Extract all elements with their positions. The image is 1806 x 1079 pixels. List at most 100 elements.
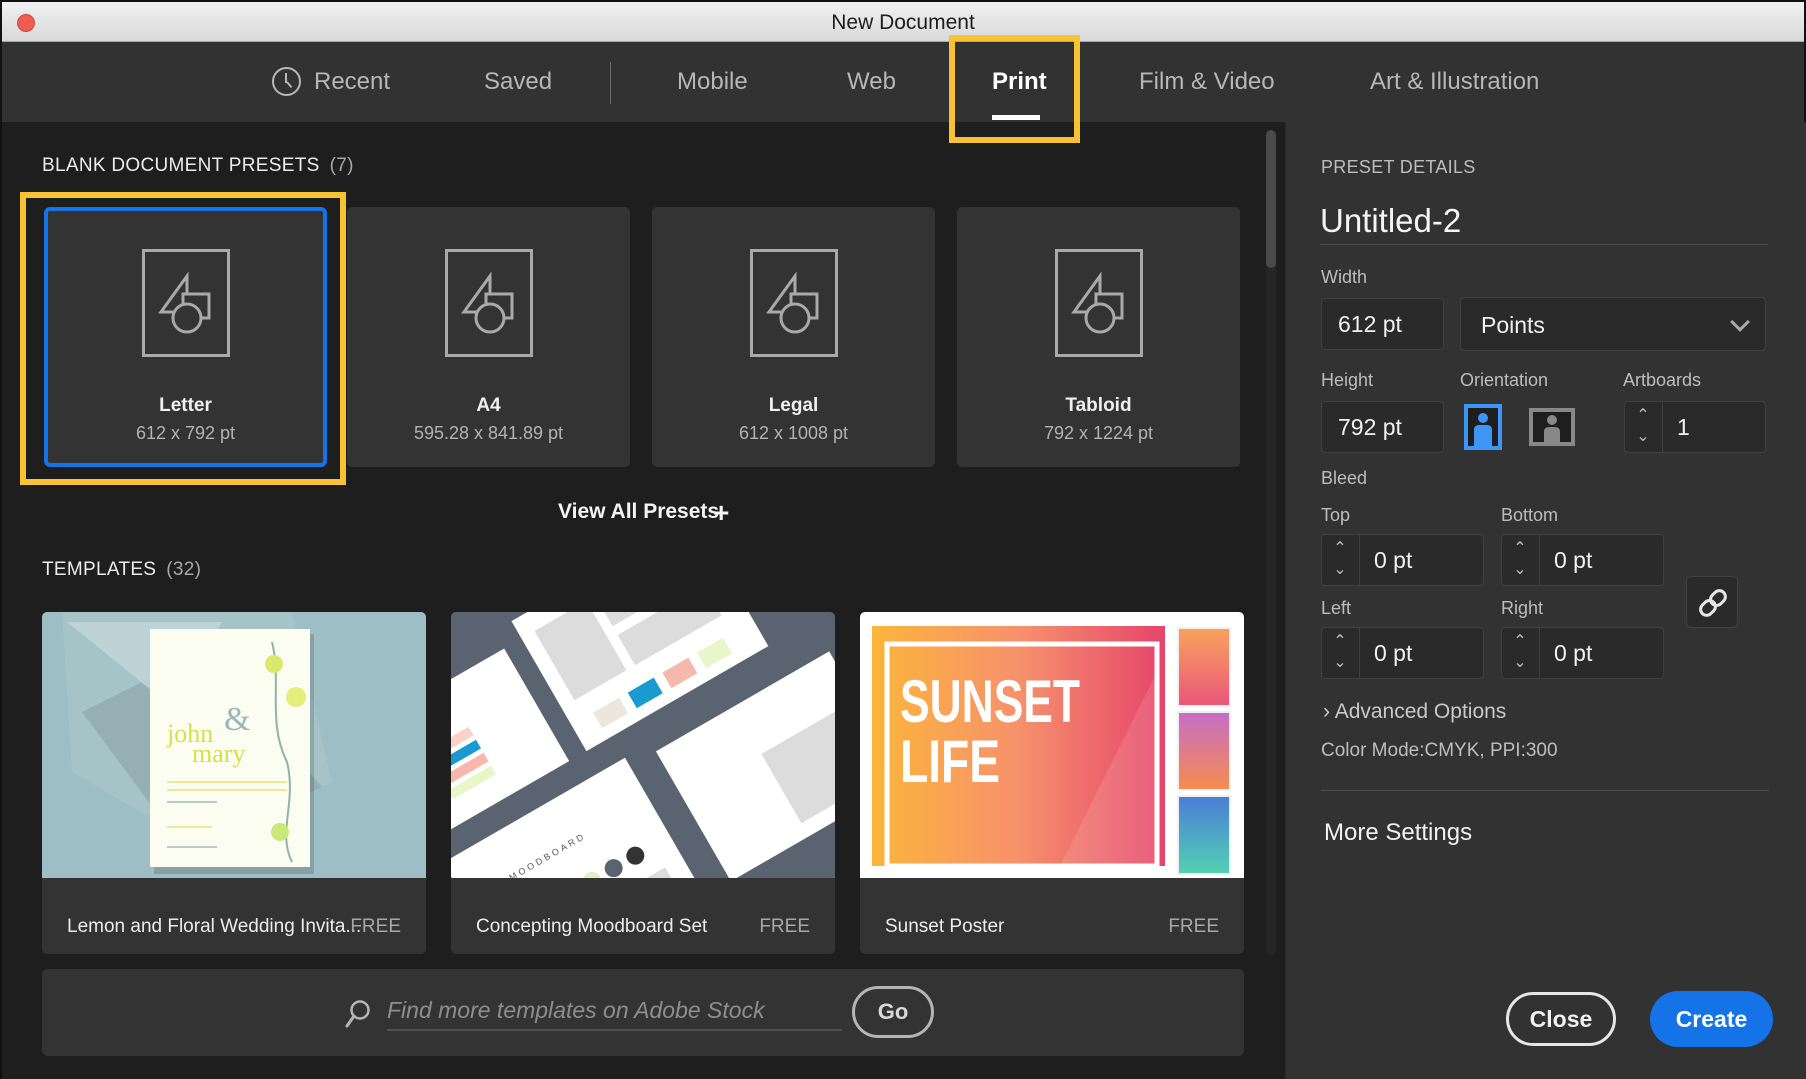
preset-card-tabloid[interactable]: Tabloid 792 x 1224 pt: [957, 207, 1240, 467]
tab-recent[interactable]: Recent: [314, 68, 390, 96]
category-tabs: Recent Saved Mobile Web Print Film & Vid…: [2, 42, 1804, 122]
artboards-stepper-arrows[interactable]: ⌃ ⌄: [1625, 402, 1663, 452]
units-dropdown[interactable]: Points: [1460, 297, 1766, 351]
preset-size: 612 x 1008 pt: [738, 423, 849, 443]
bleed-left-stepper[interactable]: ⌃ ⌄: [1321, 627, 1484, 679]
template-name: Concepting Moodboard Set: [476, 916, 708, 937]
chevron-down-icon[interactable]: ⌄: [1513, 655, 1527, 671]
artboards-stepper[interactable]: ⌃ ⌄: [1624, 401, 1766, 453]
portrait-orientation-icon[interactable]: [1460, 404, 1506, 450]
thumb-text-sunset: SUNSET: [900, 668, 1080, 735]
stock-search-input[interactable]: [387, 991, 842, 1031]
bleed-right-label: Right: [1501, 598, 1544, 618]
tab-film-video[interactable]: Film & Video: [1139, 68, 1275, 96]
chevron-up-icon[interactable]: ⌃: [1636, 408, 1650, 424]
clock-icon[interactable]: [272, 67, 301, 96]
template-card-wedding[interactable]: john & mary Lemon and Floral Wedding Inv…: [42, 612, 426, 954]
create-button[interactable]: Create: [1650, 991, 1773, 1047]
chevron-down-icon[interactable]: ⌄: [1333, 562, 1347, 578]
preset-card-legal[interactable]: Legal 612 x 1008 pt: [652, 207, 935, 467]
view-all-presets-link[interactable]: View All Presets: [558, 500, 719, 524]
bleed-right-stepper[interactable]: ⌃ ⌄: [1501, 627, 1664, 679]
tab-mobile[interactable]: Mobile: [677, 68, 748, 96]
preset-size: 595.28 x 841.89 pt: [413, 423, 564, 443]
color-mode-info: Color Mode:CMYK, PPI:300: [1321, 740, 1558, 761]
plus-icon[interactable]: +: [713, 497, 729, 529]
tab-art-illustration[interactable]: Art & Illustration: [1370, 68, 1539, 96]
width-label: Width: [1321, 267, 1368, 287]
close-button[interactable]: Close: [1506, 992, 1616, 1046]
template-thumbnail: SUNSET LIFE: [860, 612, 1244, 878]
preset-name: Legal: [768, 395, 819, 416]
landscape-orientation-icon[interactable]: [1529, 404, 1575, 450]
bleed-right-arrows[interactable]: ⌃ ⌄: [1502, 628, 1540, 678]
scrollbar-thumb[interactable]: [1266, 130, 1276, 268]
preset-size: 792 x 1224 pt: [1043, 423, 1154, 443]
bleed-bottom-stepper[interactable]: ⌃ ⌄: [1501, 534, 1664, 586]
template-thumbnail: MOODBOARD: [451, 612, 835, 878]
chevron-up-icon[interactable]: ⌃: [1513, 634, 1527, 650]
template-card-sunset[interactable]: SUNSET LIFE Sunset Poster FREE: [860, 612, 1244, 954]
chevron-down-icon[interactable]: ⌄: [1333, 655, 1347, 671]
chevron-up-icon[interactable]: ⌃: [1333, 634, 1347, 650]
advanced-options-label: Advanced Options: [1334, 700, 1507, 723]
artboards-input[interactable]: [1663, 402, 1765, 452]
bleed-top-stepper[interactable]: ⌃ ⌄: [1321, 534, 1484, 586]
thumb-text-mary: mary: [192, 739, 245, 768]
bleed-bottom-input[interactable]: [1540, 535, 1663, 585]
tab-web[interactable]: Web: [847, 68, 896, 96]
width-input[interactable]: [1322, 299, 1443, 349]
templates-count: (32): [166, 559, 202, 580]
chevron-down-icon: [1730, 312, 1750, 332]
templates-title: TEMPLATES: [42, 559, 157, 580]
tab-print[interactable]: Print: [992, 68, 1047, 96]
bleed-left-label: Left: [1321, 598, 1352, 618]
tab-saved[interactable]: Saved: [484, 68, 552, 96]
chevron-up-icon[interactable]: ⌃: [1513, 541, 1527, 557]
document-name-input[interactable]: [1320, 197, 1768, 245]
window-title: New Document: [831, 11, 975, 34]
document-shapes-icon: [749, 249, 838, 357]
bleed-left-arrows[interactable]: ⌃ ⌄: [1322, 628, 1360, 678]
bleed-top-label: Top: [1321, 505, 1351, 525]
preset-details-heading: PRESET DETAILS: [1321, 157, 1476, 177]
template-card-moodboard[interactable]: MOODBOARD Concepting Moodboard Set FREE: [451, 612, 835, 954]
bleed-bottom-label: Bottom: [1501, 505, 1559, 525]
preset-name: Tabloid: [1065, 395, 1132, 416]
thumb-text-amp: &: [224, 701, 250, 738]
chevron-down-icon[interactable]: ⌄: [1636, 429, 1650, 445]
stock-search-bar: Go: [42, 969, 1244, 1056]
active-tab-indicator: [992, 115, 1040, 120]
templates-section-title: TEMPLATES (32): [42, 559, 201, 581]
width-field[interactable]: [1321, 298, 1444, 350]
template-name: Lemon and Floral Wedding Invita...: [67, 916, 362, 937]
preset-details-panel: PRESET DETAILS Width Points Height Orien…: [1285, 122, 1806, 1079]
chevron-up-icon[interactable]: ⌃: [1333, 541, 1347, 557]
main-content: BLANK DOCUMENT PRESETS (7) Letter 612 x 7…: [2, 122, 1285, 1079]
chevron-down-icon[interactable]: ⌄: [1513, 562, 1527, 578]
presets-section-title: BLANK DOCUMENT PRESETS (7): [42, 155, 354, 177]
document-shapes-icon: [1054, 249, 1143, 357]
template-price-badge: FREE: [759, 916, 810, 937]
bleed-label: Bleed: [1321, 468, 1368, 488]
bleed-right-input[interactable]: [1540, 628, 1663, 678]
template-name: Sunset Poster: [885, 916, 1005, 937]
height-input[interactable]: [1322, 402, 1443, 452]
preset-card-letter[interactable]: Letter 612 x 792 pt: [44, 207, 327, 467]
scrollbar[interactable]: [1266, 130, 1276, 955]
bleed-top-arrows[interactable]: ⌃ ⌄: [1322, 535, 1360, 585]
height-label: Height: [1321, 370, 1374, 390]
preset-card-a4[interactable]: A4 595.28 x 841.89 pt: [347, 207, 630, 467]
document-shapes-icon: [444, 249, 533, 357]
go-button[interactable]: Go: [852, 986, 934, 1038]
link-bleed-button[interactable]: [1686, 576, 1738, 628]
advanced-options-toggle[interactable]: › Advanced Options: [1323, 700, 1506, 724]
artboards-label: Artboards: [1623, 370, 1702, 390]
height-field[interactable]: [1321, 401, 1444, 453]
thumb-text-life: LIFE: [900, 728, 1000, 795]
preset-name: Letter: [159, 395, 212, 416]
bleed-bottom-arrows[interactable]: ⌃ ⌄: [1502, 535, 1540, 585]
more-settings-button[interactable]: More Settings: [1324, 819, 1472, 847]
bleed-left-input[interactable]: [1360, 628, 1483, 678]
bleed-top-input[interactable]: [1360, 535, 1483, 585]
